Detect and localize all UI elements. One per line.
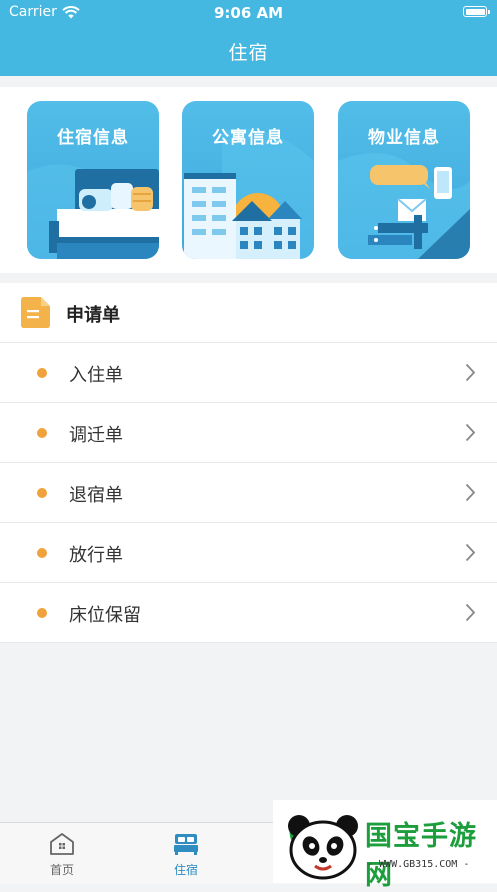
bullet-dot — [37, 488, 47, 498]
tab-label: 首页 — [49, 863, 74, 877]
home-icon — [50, 833, 74, 855]
card-title-apartment: 公寓信息 — [212, 128, 284, 148]
header-bar: Carrier 9:06 AM 住宿 — [0, 0, 497, 76]
tab-home[interactable]: 首页 — [0, 823, 124, 884]
battery-icon — [463, 6, 490, 17]
list-item-transfer[interactable]: 调迁单 — [0, 403, 497, 463]
list-item-check-out[interactable]: 退宿单 — [0, 463, 497, 523]
application-title: 申请单 — [66, 305, 120, 326]
chevron-right-icon — [465, 363, 476, 382]
list-item-bed-reservation[interactable]: 床位保留 — [0, 583, 497, 643]
bullet-dot — [37, 608, 47, 618]
bullet-dot — [37, 368, 47, 378]
list-item-label: 调迁单 — [69, 425, 123, 446]
watermark-title: 国宝手游网 — [365, 821, 477, 891]
list-item-label: 床位保留 — [69, 605, 141, 626]
status-bar: Carrier 9:06 AM — [0, 0, 497, 26]
clock: 9:06 AM — [213, 4, 284, 22]
document-icon — [21, 297, 50, 328]
tab-lodging[interactable]: 住宿 — [124, 823, 248, 884]
card-title-property: 物业信息 — [368, 128, 440, 148]
panda-logo-icon — [288, 815, 358, 880]
chevron-right-icon — [465, 543, 476, 562]
list-item-release[interactable]: 放行单 — [0, 523, 497, 583]
watermark: 国宝手游网 - WWW.GB315.COM - — [273, 800, 497, 891]
bullet-dot — [37, 548, 47, 558]
category-cards: 住宿信息 公寓信息 物业信息 — [0, 87, 497, 273]
card-title-lodging: 住宿信息 — [57, 128, 129, 148]
list-item-label: 入住单 — [69, 365, 123, 386]
card-lodging-info[interactable]: 住宿信息 — [27, 101, 159, 259]
application-header: 申请单 — [0, 283, 497, 343]
chevron-right-icon — [465, 603, 476, 622]
list-item-check-in[interactable]: 入住单 — [0, 343, 497, 403]
page-title: 住宿 — [228, 42, 269, 64]
bullet-dot — [37, 428, 47, 438]
list-item-label: 退宿单 — [69, 485, 123, 506]
chevron-right-icon — [465, 423, 476, 442]
tab-label: 住宿 — [173, 863, 198, 877]
watermark-url: - WWW.GB315.COM - — [367, 859, 470, 870]
card-apartment-info[interactable]: 公寓信息 — [182, 101, 314, 259]
application-list: 申请单 入住单 调迁单 退宿单 放行单 床位保留 — [0, 283, 497, 643]
list-item-label: 放行单 — [69, 545, 123, 566]
card-property-info[interactable]: 物业信息 — [338, 101, 470, 259]
chevron-right-icon — [465, 483, 476, 502]
bed-icon — [174, 834, 198, 855]
